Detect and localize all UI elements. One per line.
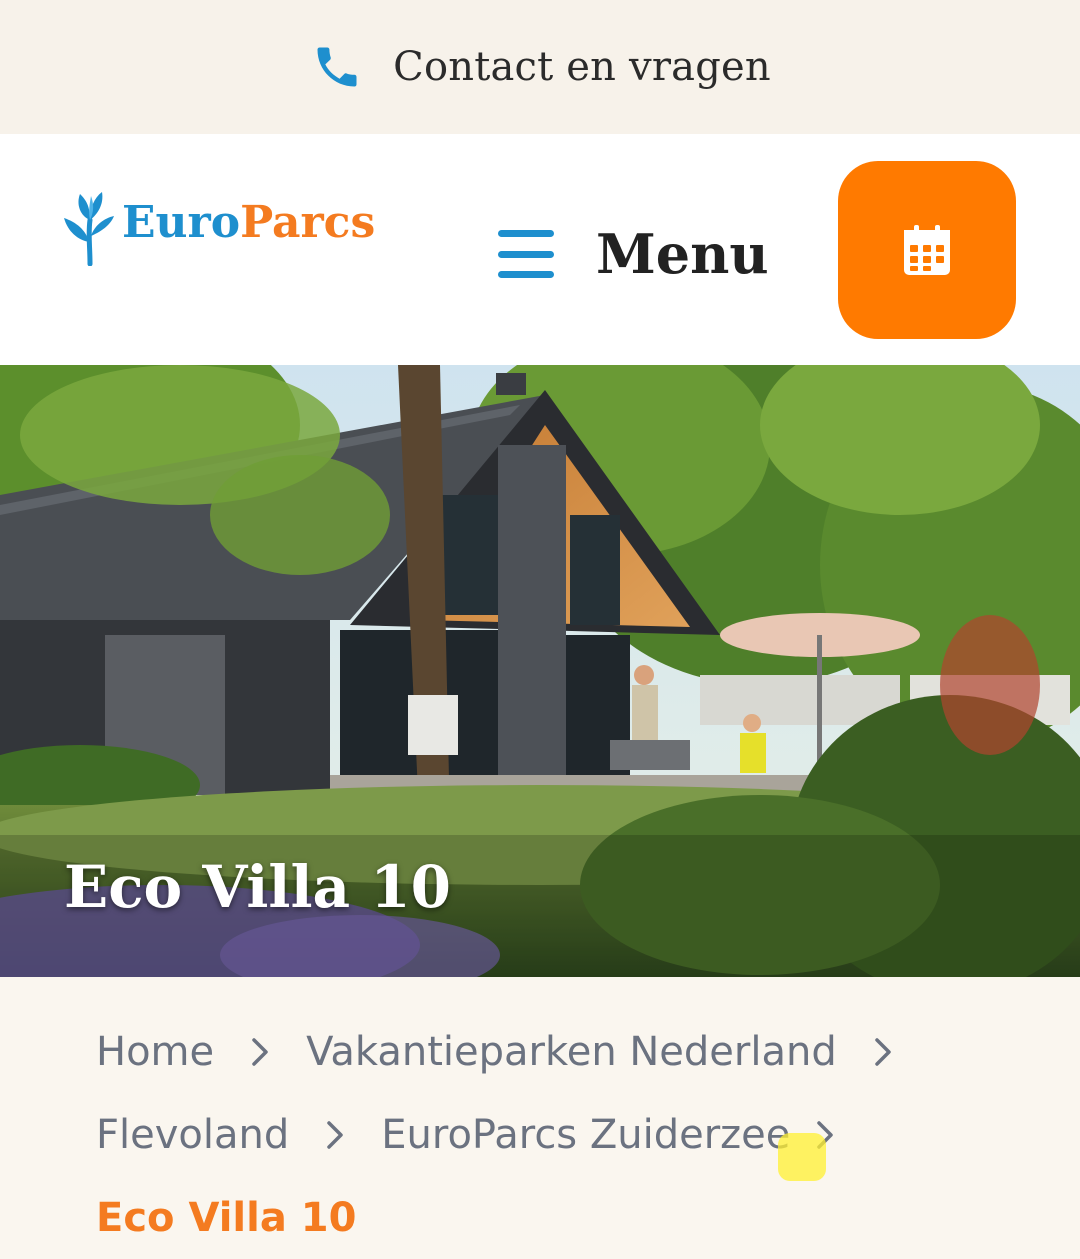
hamburger-icon (498, 230, 554, 278)
chevron-right-icon (289, 1119, 381, 1151)
tap-highlight-marker (778, 1133, 826, 1181)
booking-calendar-button[interactable] (838, 161, 1016, 339)
contact-bar[interactable]: Contact en vragen (0, 0, 1080, 134)
breadcrumb-current: Eco Villa 10 (96, 1194, 357, 1241)
europarcs-logo[interactable]: EuroParcs (60, 190, 375, 266)
tulip-logo-icon (64, 192, 114, 266)
site-header: EuroParcs Menu (0, 134, 1080, 365)
breadcrumb-vakantieparken[interactable]: Vakantieparken Nederland (306, 1029, 837, 1075)
breadcrumb-row: Home Vakantieparken Nederland (96, 1010, 1036, 1093)
breadcrumb-home[interactable]: Home (96, 1029, 214, 1075)
breadcrumb-flevoland[interactable]: Flevoland (96, 1112, 289, 1158)
chevron-right-icon (837, 1036, 929, 1068)
breadcrumb-europarcs-zuiderzee[interactable]: EuroParcs Zuiderzee (381, 1112, 790, 1158)
page-title: Eco Villa 10 (64, 853, 451, 921)
logo-wordmark: EuroParcs (122, 197, 376, 248)
breadcrumb-row: Flevoland EuroParcs Zuiderzee (96, 1093, 1036, 1176)
hero-banner: Eco Villa 10 (0, 365, 1080, 977)
calendar-icon (904, 225, 950, 275)
contact-link[interactable]: Contact en vragen (393, 44, 771, 90)
breadcrumb: Home Vakantieparken Nederland Flevoland … (96, 1010, 1036, 1259)
menu-button[interactable]: Menu (498, 214, 769, 294)
chevron-right-icon (214, 1036, 306, 1068)
phone-icon (309, 39, 365, 95)
menu-label: Menu (596, 222, 769, 286)
